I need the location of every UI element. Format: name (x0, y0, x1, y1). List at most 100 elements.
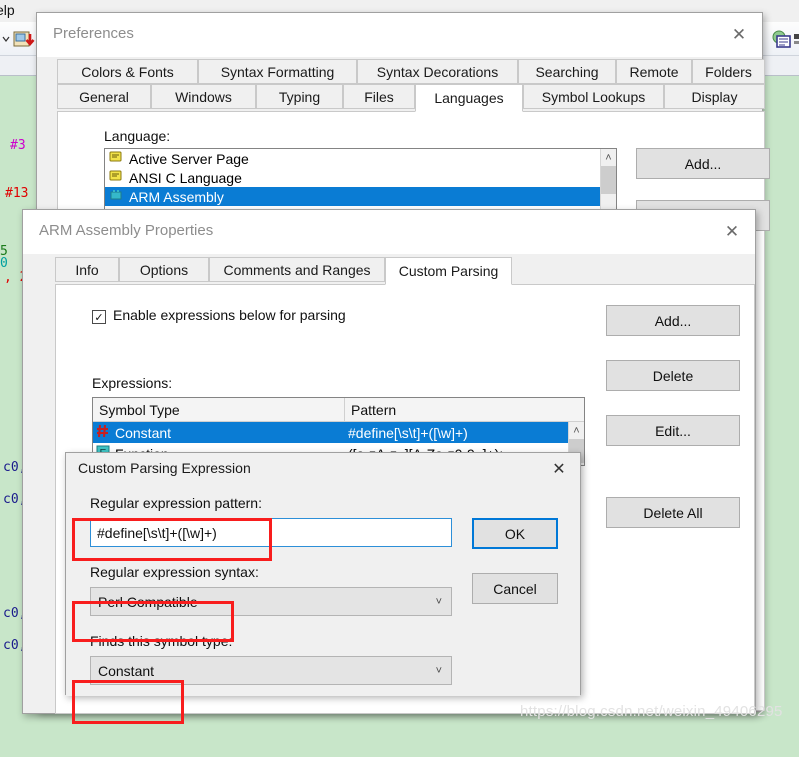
save-icon[interactable] (12, 28, 35, 50)
menu-item-help[interactable]: elp (0, 2, 15, 18)
preferences-tabs-row2[interactable]: General Windows Typing Files Languages S… (37, 84, 765, 112)
chevron-up-icon[interactable]: ˄ (601, 149, 616, 166)
chevron-up-icon[interactable]: ˄ (569, 422, 584, 439)
delete-all-expressions-button[interactable]: Delete All (606, 497, 740, 528)
tab-label: Info (75, 261, 99, 278)
tab-label: General (79, 88, 129, 105)
tab-label: Folders (705, 63, 752, 80)
column-label: Symbol Type (99, 401, 180, 418)
properties-tabs[interactable]: Info Options Comments and Ranges Custom … (23, 257, 757, 285)
tab-searching[interactable]: Searching (518, 59, 616, 84)
custom-parsing-expression-dialog[interactable]: Custom Parsing Expression ✕ Regular expr… (65, 452, 581, 696)
cancel-button[interactable]: Cancel (472, 573, 558, 604)
tab-label: Symbol Lookups (541, 88, 646, 105)
tab-files[interactable]: Files (343, 84, 415, 109)
column-header-pattern[interactable]: Pattern (345, 398, 570, 421)
symbol-type-select-value: Constant (98, 662, 155, 679)
properties-title: ARM Assembly Properties (39, 222, 214, 239)
preferences-title: Preferences (53, 25, 134, 42)
expression-dialog-titlebar: Custom Parsing Expression ✕ (66, 453, 580, 485)
check-icon: ✓ (94, 311, 104, 324)
scrollbar-thumb[interactable] (601, 166, 616, 194)
add-language-button[interactable]: Add... (636, 148, 770, 179)
list-item[interactable]: Active Server Page (105, 149, 616, 168)
tab-label: Remote (629, 63, 679, 80)
close-icon[interactable]: ✕ (716, 13, 762, 57)
tab-general[interactable]: General (57, 84, 151, 109)
tab-display[interactable]: Display (664, 84, 765, 109)
tab-label: Comments and Ranges (223, 261, 371, 278)
properties-titlebar: ARM Assembly Properties ✕ (23, 210, 755, 254)
watermark: https://blog.csdn.net/weixin_49406295 (520, 703, 783, 720)
chevron-down-icon[interactable]: ˅ (436, 596, 442, 608)
language-label: Language: (104, 128, 171, 144)
button-label: OK (504, 525, 526, 542)
bookmark-icon[interactable] (793, 28, 799, 50)
button-label: Add... (654, 312, 692, 329)
tab-custom-parsing[interactable]: Custom Parsing (385, 257, 512, 285)
ok-button[interactable]: OK (472, 518, 558, 549)
tab-languages[interactable]: Languages (415, 84, 523, 112)
list-item-arm-assembly[interactable]: ARM Assembly (105, 187, 602, 206)
list-item-label: ANSI C Language (129, 169, 242, 186)
syntax-select-value: Perl Compatible (98, 593, 198, 610)
tab-label: Options (139, 261, 189, 278)
button-label: Delete (652, 367, 694, 384)
button-label: Edit... (655, 422, 691, 439)
tab-folders[interactable]: Folders (692, 59, 765, 84)
pattern-label: Regular expression pattern: (90, 495, 262, 511)
close-icon[interactable]: ✕ (538, 453, 580, 485)
tab-colors-fonts[interactable]: Colors & Fonts (57, 59, 198, 84)
tab-symbol-lookups[interactable]: Symbol Lookups (523, 84, 664, 109)
symbol-type-select[interactable]: Constant ˅ (90, 656, 452, 685)
expressions-label: Expressions: (92, 375, 173, 391)
pattern-input-value: #define[\s\t]+([\w]+) (97, 524, 217, 541)
preferences-titlebar: Preferences ✕ (37, 13, 762, 57)
cell-pattern: #define[\s\t]+([\w]+) (348, 424, 468, 441)
constant-hash-icon (96, 424, 113, 441)
find-in-files-icon[interactable] (770, 28, 792, 50)
tab-label: Custom Parsing (398, 263, 499, 279)
language-note-icon (109, 150, 125, 167)
add-expression-button[interactable]: Add... (606, 305, 740, 336)
tab-remote[interactable]: Remote (616, 59, 692, 84)
tab-label: Colors & Fonts (81, 63, 174, 80)
tab-syntax-decorations[interactable]: Syntax Decorations (357, 59, 518, 84)
list-item[interactable]: ANSI C Language (105, 168, 616, 187)
expression-dialog-title: Custom Parsing Expression (78, 460, 251, 476)
tab-windows[interactable]: Windows (151, 84, 256, 109)
tab-info[interactable]: Info (55, 257, 119, 282)
button-label: Add... (684, 155, 722, 172)
edit-expression-button[interactable]: Edit... (606, 415, 740, 446)
cell-symbol-type: Constant (115, 424, 172, 441)
tab-label: Searching (535, 63, 599, 80)
chevron-down-icon[interactable]: ˅ (436, 665, 442, 677)
pattern-input[interactable]: #define[\s\t]+([\w]+) (90, 518, 452, 547)
tab-label: Syntax Formatting (220, 63, 335, 80)
tab-options[interactable]: Options (119, 257, 209, 282)
tab-label: Languages (434, 90, 504, 106)
syntax-label: Regular expression syntax: (90, 564, 259, 580)
code-token: #3 (10, 138, 26, 153)
button-label: Delete All (643, 504, 703, 521)
list-item-label: ARM Assembly (129, 188, 224, 205)
column-header-symbol-type[interactable]: Symbol Type (93, 398, 345, 421)
tab-typing[interactable]: Typing (256, 84, 343, 109)
table-row[interactable]: Constant #define[\s\t]+([\w]+) (93, 422, 570, 443)
tab-label: Files (364, 88, 394, 105)
tab-label: Syntax Decorations (376, 63, 499, 80)
tab-label: Display (691, 88, 738, 105)
enable-expressions-label: Enable expressions below for parsing (113, 307, 346, 323)
tab-syntax-formatting[interactable]: Syntax Formatting (198, 59, 357, 84)
enable-expressions-checkbox[interactable]: ✓ (92, 310, 106, 324)
delete-expression-button[interactable]: Delete (606, 360, 740, 391)
symbol-type-label: Finds this symbol type: (90, 633, 233, 649)
preferences-tabs-row1[interactable]: Colors & Fonts Syntax Formatting Syntax … (37, 59, 765, 85)
tab-comments-and-ranges[interactable]: Comments and Ranges (209, 257, 385, 282)
table-header-row: Symbol Type Pattern (93, 398, 584, 422)
tab-label: Windows (175, 88, 232, 105)
language-chip-icon (109, 188, 125, 205)
code-token: 0 (0, 256, 8, 271)
syntax-select[interactable]: Perl Compatible ˅ (90, 587, 452, 616)
close-icon[interactable]: ✕ (709, 210, 755, 254)
